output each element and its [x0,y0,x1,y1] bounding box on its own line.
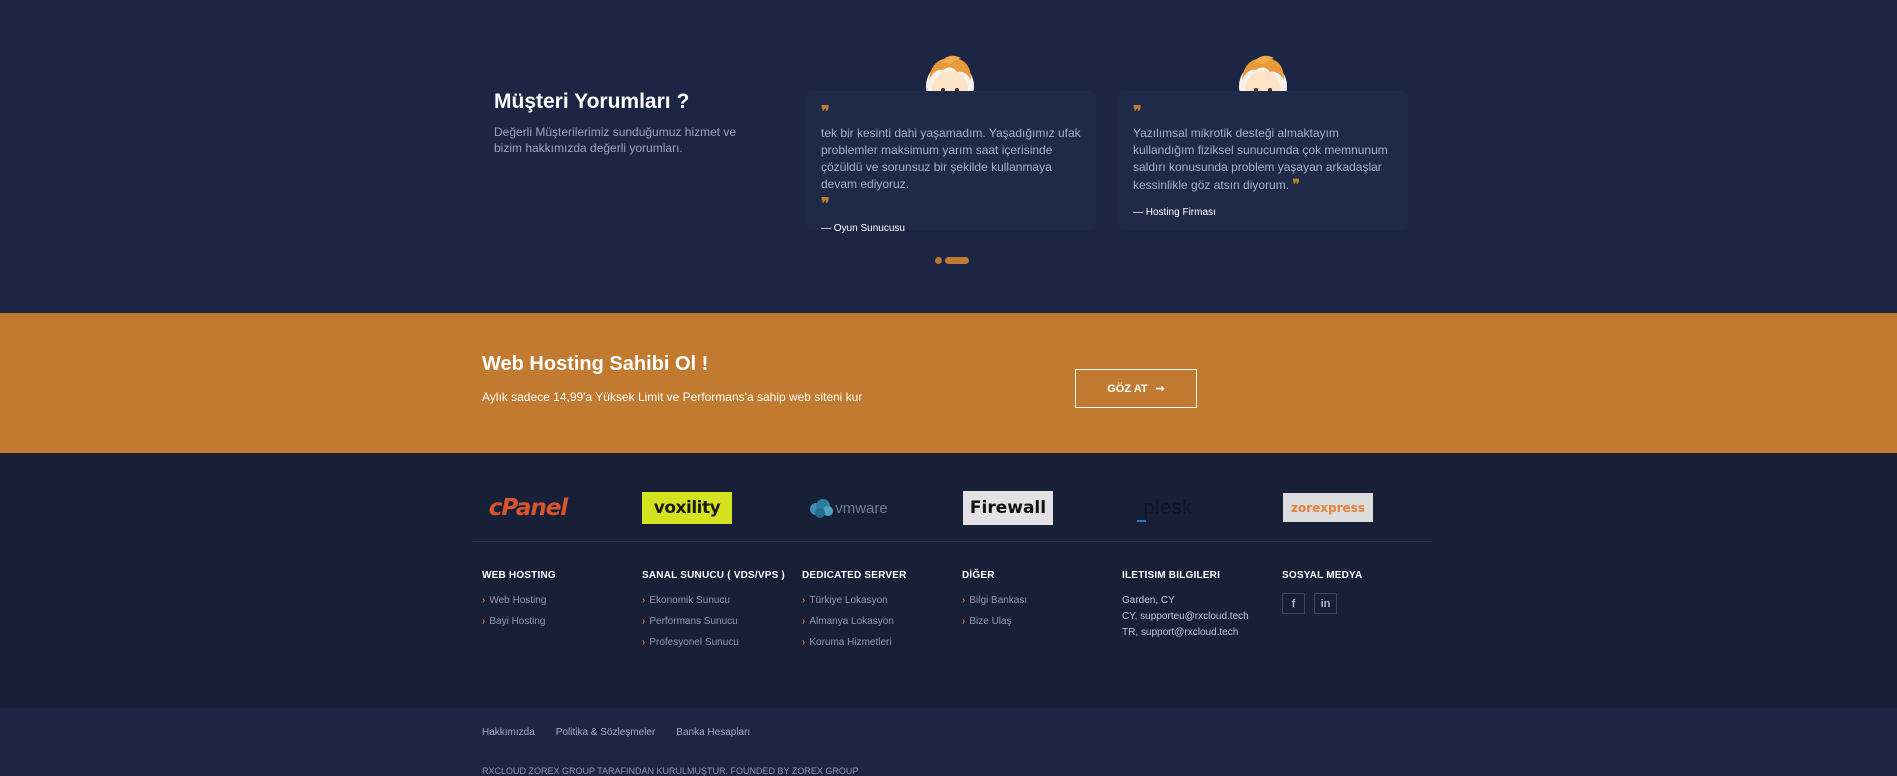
policies-link[interactable]: Politika & Sözleşmeler [556,727,655,738]
chevron-right-icon: › [482,616,486,627]
footer-link-label: Performans Sunucu [649,616,738,627]
testimonials-title: Müşteri Yorumları ? [494,90,690,113]
testimonial-author: — Oyun Sunucusu [821,223,905,234]
chevron-right-icon: › [962,616,966,627]
quote-icon: ❞ [1133,104,1142,121]
testimonial-text: tek bir kesinti dahi yaşamadım. Yaşadığı… [821,126,1081,191]
footer-column-title: DEDICATED SERVER [802,570,907,581]
testimonials-section: Müşteri Yorumları ? Değerli Müşterilerim… [0,0,1897,313]
chevron-right-icon: › [962,595,966,606]
testimonial-text: Yazılımsal mikrotik desteği almaktayım k… [1133,125,1394,194]
vmware-cloud-icon [810,499,834,518]
footer-link-label: Koruma Hizmetleri [809,637,892,648]
contact-email-tr[interactable]: TR, support@rxcloud.tech [1122,627,1249,638]
testimonials-intro: Müşteri Yorumları ? Değerli Müşterilerim… [494,90,764,156]
testimonial-text-content: Yazılımsal mikrotik desteği almaktayım k… [1133,126,1388,192]
footer-link-label: Bize Ulaş [969,616,1012,627]
footer-column-title: WEB HOSTING [482,570,556,581]
browse-button[interactable]: GÖZ AT ➞ [1075,369,1197,408]
cta-banner: Web Hosting Sahibi Ol ! Aylık sadece 14,… [0,313,1897,453]
plesk-logo: plesk [1123,491,1213,525]
footer-column-contact: ILETISIM BILGILERI Garden, CY CY, suppor… [1122,570,1249,643]
footer-link[interactable]: › Türkiye Lokasyon [802,595,907,606]
bottom-nav: Hakkımızda Politika & Sözleşmeler Banka … [482,727,750,738]
bank-accounts-link[interactable]: Banka Hesapları [676,727,750,738]
carousel-dot[interactable] [935,257,942,264]
quote-icon: ❞ [821,196,830,213]
chevron-right-icon: › [642,616,646,627]
quote-icon: ❞ [821,104,830,121]
footer-link-label: Almanya Lokasyon [809,616,894,627]
cpanel-logo: cPanel [482,491,574,525]
footer-link-label: Bilgi Bankası [969,595,1028,606]
cta-title: Web Hosting Sahibi Ol ! [482,353,709,375]
chevron-right-icon: › [802,595,806,606]
footer-column-title: DİĞER [962,570,995,581]
footer-link[interactable]: › Bize Ulaş [962,616,1027,627]
footer-divider [472,541,1432,542]
footer-column-title: SANAL SUNUCU ( VDS/VPS ) [642,570,785,581]
testimonials-subtitle: Değerli Müşterilerimiz sunduğumuz hizmet… [494,125,737,155]
cta-subtitle: Aylık sadece 14,99'a Yüksek Limit ve Per… [482,390,863,404]
social-links: f in [1282,593,1362,614]
footer-link[interactable]: › Almanya Lokasyon [802,616,907,627]
footer-link[interactable]: › Bayi Hosting [482,616,556,627]
plesk-underline [1137,520,1146,522]
footer-column-dedicated: DEDICATED SERVER › Türkiye Lokasyon › Alma… [802,570,907,658]
firewall-logo: Firewall [963,491,1053,525]
contact-address: Garden, CY [1122,595,1175,606]
voxility-logo-text: voxility [653,498,721,518]
bottom-bar: Hakkımızda Politika & Sözleşmeler Banka … [0,708,1897,776]
footer: cPanel voxility vmware Firewall plesk zo… [0,453,1897,708]
footer-link-label: Ekonomik Sunucu [649,595,730,606]
chevron-right-icon: › [802,616,806,627]
footer-link-label: Türkiye Lokasyon [809,595,888,606]
footer-column-title: ILETISIM BILGILERI [1122,570,1221,581]
linkedin-icon[interactable]: in [1314,593,1337,614]
chevron-right-icon: › [642,595,646,606]
facebook-icon[interactable]: f [1282,593,1305,614]
zorexpress-logo-text: zorexpress [1291,500,1365,515]
plesk-logo-text: plesk [1143,496,1193,519]
footer-link-label: Bayi Hosting [489,616,546,627]
testimonial-card: ❞ Yazılımsal mikrotik desteği almaktayım… [1119,91,1408,230]
vmware-logo: vmware [802,491,894,525]
quote-icon: ❞ [1292,176,1300,192]
browse-button-label: GÖZ AT [1107,382,1148,395]
voxility-logo: voxility [642,492,732,524]
testimonial-card: ❞ tek bir kesinti dahi yaşamadım. Yaşadı… [807,91,1096,234]
footer-column-other: DİĞER › Bilgi Bankası › Bize Ulaş [962,570,1027,637]
chevron-right-icon: › [482,595,486,606]
footer-link-label: Profesyonel Sunucu [649,637,739,648]
footer-link[interactable]: › Web Hosting [482,595,556,606]
firewall-logo-text: Firewall [969,498,1047,518]
footer-column-vps: SANAL SUNUCU ( VDS/VPS ) › Ekonomik Sunuc… [642,570,785,658]
vmware-logo-text: vmware [835,499,888,517]
footer-link-label: Web Hosting [489,595,547,606]
cpanel-logo-text: cPanel [488,495,568,521]
contact-email-cy[interactable]: CY, supporteu@rxcloud.tech [1122,611,1249,622]
footer-link[interactable]: › Profesyonel Sunucu [642,637,785,648]
carousel-dot-active[interactable] [945,257,969,264]
testimonial-author: — Hosting Firması [1133,207,1216,218]
footer-column-web-hosting: WEB HOSTING › Web Hosting › Bayi Hosting [482,570,556,637]
zorexpress-logo: zorexpress [1283,493,1373,522]
footer-link[interactable]: › Koruma Hizmetleri [802,637,907,648]
arrow-right-icon: ➞ [1155,383,1165,395]
footer-link[interactable]: › Performans Sunucu [642,616,785,627]
footer-link[interactable]: › Bilgi Bankası [962,595,1027,606]
carousel-dots [935,257,969,264]
about-link[interactable]: Hakkımızda [482,727,535,738]
chevron-right-icon: › [802,637,806,648]
partner-logos: cPanel voxility vmware Firewall plesk zo… [482,491,1434,531]
footer-column-title: SOSYAL MEDYA [1282,570,1363,581]
footer-link[interactable]: › Ekonomik Sunucu [642,595,785,606]
chevron-right-icon: › [642,637,646,648]
footer-column-social: SOSYAL MEDYA f in [1282,570,1362,614]
